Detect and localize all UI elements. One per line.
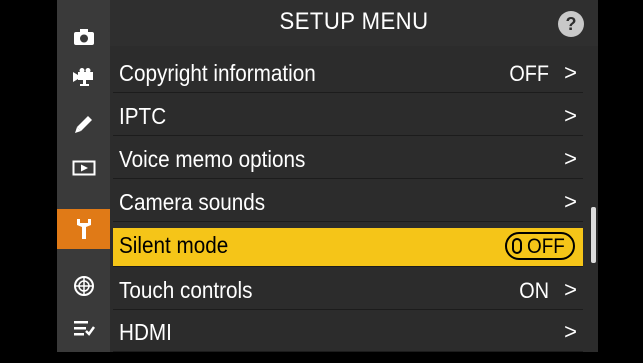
menu-item-voice-memo-options[interactable]: Voice memo options > xyxy=(113,142,583,179)
menu-item-label: Silent mode xyxy=(119,232,229,258)
tab-photo-shooting[interactable] xyxy=(57,17,110,57)
menu-item-camera-sounds[interactable]: Camera sounds > xyxy=(113,185,583,222)
menu-item-label: Camera sounds xyxy=(119,189,266,215)
menu-item-touch-controls[interactable]: Touch controls ON > xyxy=(113,273,583,310)
scrollbar[interactable] xyxy=(591,52,596,348)
chevron-right-icon: > xyxy=(564,60,577,85)
playback-icon xyxy=(72,159,96,177)
movie-camera-icon xyxy=(72,68,96,86)
network-icon xyxy=(73,275,95,297)
menu-item-value: OFF xyxy=(509,61,549,86)
camera-icon xyxy=(73,28,95,46)
chevron-right-icon: > xyxy=(564,103,577,128)
chevron-right-icon: > xyxy=(564,189,577,214)
menu-item-iptc[interactable]: IPTC > xyxy=(113,99,583,136)
menu-header: SETUP MENU ? xyxy=(110,0,598,46)
menu-item-label: HDMI xyxy=(119,319,172,345)
tab-network[interactable] xyxy=(57,266,110,306)
scrollbar-thumb[interactable] xyxy=(591,207,596,263)
page-title: SETUP MENU xyxy=(279,8,429,35)
silent-mode-toggle[interactable]: OFF xyxy=(505,232,575,260)
wrench-icon xyxy=(74,218,94,240)
menu-item-hdmi[interactable]: HDMI > xyxy=(113,315,583,352)
menu-item-silent-mode[interactable]: Silent mode OFF xyxy=(113,228,583,267)
toggle-value: OFF xyxy=(527,235,565,258)
toggle-knob xyxy=(512,238,522,254)
chevron-right-icon: > xyxy=(564,319,577,344)
menu-item-copyright-information[interactable]: Copyright information OFF > xyxy=(113,56,583,93)
tab-video-recording[interactable] xyxy=(57,57,110,97)
pencil-icon xyxy=(74,114,94,134)
my-menu-icon xyxy=(73,319,95,337)
chevron-right-icon: > xyxy=(564,146,577,171)
tab-setup[interactable] xyxy=(57,209,110,249)
help-button[interactable]: ? xyxy=(558,11,584,37)
menu-item-label: IPTC xyxy=(119,103,167,129)
tab-custom-settings[interactable] xyxy=(57,104,110,144)
menu-tab-column xyxy=(57,0,110,352)
menu-item-label: Voice memo options xyxy=(119,146,306,172)
chevron-right-icon: > xyxy=(564,277,577,302)
menu-item-value: ON xyxy=(519,278,549,303)
menu-item-label: Touch controls xyxy=(119,277,253,303)
tab-playback[interactable] xyxy=(57,148,110,188)
menu-item-label: Copyright information xyxy=(119,60,316,86)
tab-my-menu[interactable] xyxy=(57,308,110,348)
